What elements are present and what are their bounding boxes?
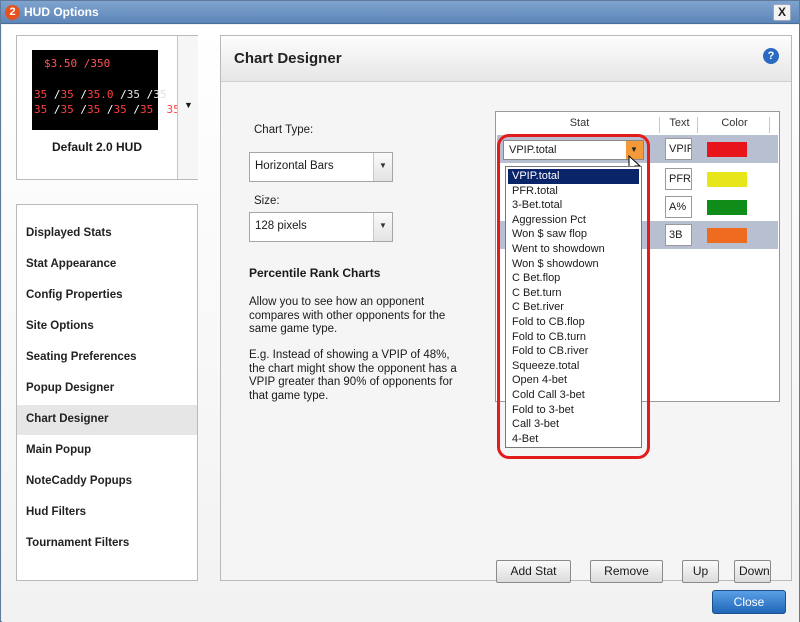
panel-header: Chart Designer ? [221,36,791,82]
size-dropdown-button[interactable]: ▼ [373,213,392,241]
row-text-field[interactable]: A% [665,196,692,218]
size-value: 128 pixels [255,220,307,232]
caret-down-icon: ▼ [379,221,387,230]
hud-stat-value: 35 [60,88,81,101]
hud-stat-value: / [53,103,61,116]
nav-item-main-popup[interactable]: Main Popup [17,436,197,466]
highlight-outline [497,134,650,459]
app-logo-icon: 2 [5,5,20,20]
row-text-field[interactable]: 3B [665,224,692,246]
row-color-swatch[interactable] [707,142,747,157]
percentile-section-title: Percentile Rank Charts [249,266,381,280]
row-color-swatch[interactable] [707,200,747,215]
hud-stat-value: / [53,88,61,101]
down-button[interactable]: Down [734,560,771,583]
hud-stat-value: / [106,103,114,116]
hud-selector[interactable]: $3.50 /35035 /35 /35.0 /35 /35 /3535 /35… [16,35,198,180]
nav-item-seating-preferences[interactable]: Seating Preferences [17,343,197,373]
hud-stat-value: / [80,88,87,101]
nav-item-notecaddy-popups[interactable]: NoteCaddy Popups [17,467,197,497]
up-button[interactable]: Up [682,560,719,583]
hud-stat-value: 350 [90,57,111,70]
row-text-field[interactable]: PFR [665,168,692,190]
percentile-description: Allow you to see how an opponent compare… [249,296,446,335]
row-color-swatch[interactable] [707,172,747,187]
text-column-header: Text [662,117,698,133]
hud-preview-line: 35 /35 /35 /35 /35 /35 [34,103,180,116]
chart-type-select[interactable]: Horizontal Bars ▼ [249,152,393,182]
hud-stat-value: 35 [113,103,134,116]
hud-preview-image: $3.50 /35035 /35 /35.0 /35 /35 /3535 /35… [32,50,193,130]
hud-stat-value: 35 [34,103,54,116]
caret-down-icon: ▼ [379,161,387,170]
chart-type-label: Chart Type: [254,124,314,136]
hud-stat-value: 35.0 [87,88,121,101]
chart-type-value: Horizontal Bars [255,160,334,172]
hud-dropdown-button[interactable]: ▼ [177,36,198,179]
remove-button[interactable]: Remove [590,560,663,583]
stat-column-header: Stat [500,117,660,133]
hud-stat-value: 35 [153,88,174,101]
window-title: HUD Options [24,5,99,19]
caret-down-icon: ▼ [184,100,193,110]
hud-stat-value: 35 [126,88,147,101]
hud-stat-value: / [120,88,127,101]
row-text-field[interactable]: VPIP [665,138,692,160]
hud-options-window: 2 HUD Options X $3.50 /350 35 /35 /35.0 /… [0,0,800,622]
size-label: Size: [254,195,280,207]
window-content: $3.50 /35035 /35 /35.0 /35 /35 /3535 /35… [2,25,799,622]
hud-preview-line: 35 /35 /35.0 /35 /35 /35 [34,88,193,101]
title-bar: 2 HUD Options X [1,1,799,24]
percentile-example: E.g. Instead of showing a VPIP of 48%, t… [249,349,457,402]
row-color-swatch[interactable] [707,228,747,243]
nav-item-hud-filters[interactable]: Hud Filters [17,498,197,528]
add-stat-button[interactable]: Add Stat [496,560,571,583]
hud-name: Default 2.0 HUD [51,140,143,154]
hud-stat-value: 35 [140,103,160,116]
panel-title: Chart Designer [234,50,342,67]
nav-item-tournament-filters[interactable]: Tournament Filters [17,529,197,559]
hud-stat-value: 35 [34,88,54,101]
hud-preview-line: $3.50 /350 [44,57,110,70]
nav-item-config-properties[interactable]: Config Properties [17,281,197,311]
hud-stat-value: / [80,103,87,116]
hud-stat-value: $3.50 / [44,57,91,70]
nav-item-site-options[interactable]: Site Options [17,312,197,342]
chart-designer-panel: Chart Designer ? Chart Type: Horizontal … [220,35,792,583]
window-close-button[interactable]: X [773,4,791,21]
nav-item-stat-appearance[interactable]: Stat Appearance [17,250,197,280]
chart-type-dropdown-button[interactable]: ▼ [373,153,392,181]
color-column-header: Color [700,117,770,133]
hud-stat-value: 35 [87,103,107,116]
hud-stat-value: / [159,103,167,116]
size-select[interactable]: 128 pixels ▼ [249,212,393,242]
hud-stat-value: / [133,103,140,116]
nav-item-displayed-stats[interactable]: Displayed Stats [17,219,197,249]
nav-item-popup-designer[interactable]: Popup Designer [17,374,197,404]
settings-nav: Displayed Stats Stat Appearance Config Pro… [16,204,198,581]
help-icon[interactable]: ? [763,48,779,64]
hud-stat-value: 35 [60,103,81,116]
close-button[interactable]: Close [712,590,786,614]
nav-item-chart-designer[interactable]: Chart Designer [17,405,197,435]
